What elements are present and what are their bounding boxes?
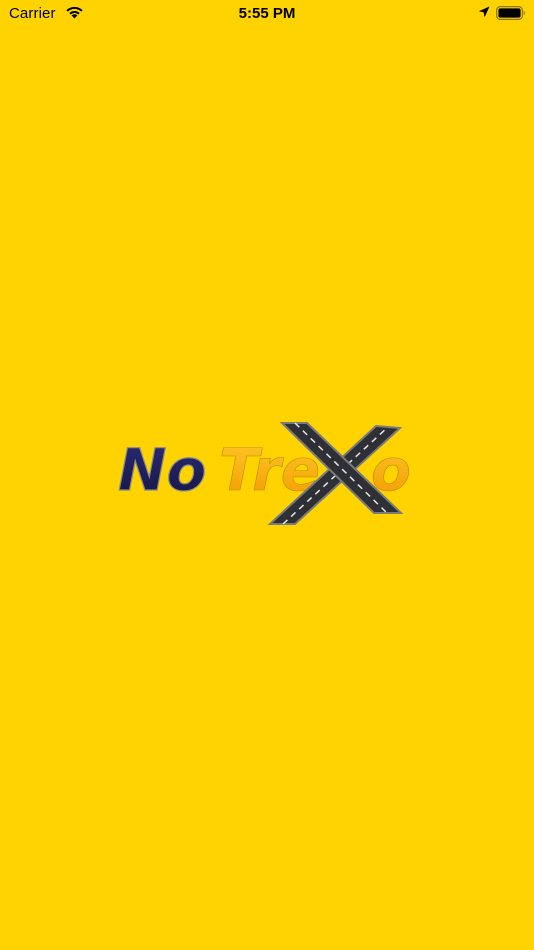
notrexo-logo: No Tre o bbox=[117, 422, 411, 525]
logo-text-o: o bbox=[371, 436, 411, 504]
battery-icon bbox=[496, 6, 525, 20]
clock: 5:55 PM bbox=[238, 5, 296, 22]
logo-text-no: No bbox=[118, 436, 206, 504]
location-arrow-icon bbox=[478, 6, 490, 18]
status-bar: Carrier 5:55 PM bbox=[0, 0, 534, 30]
